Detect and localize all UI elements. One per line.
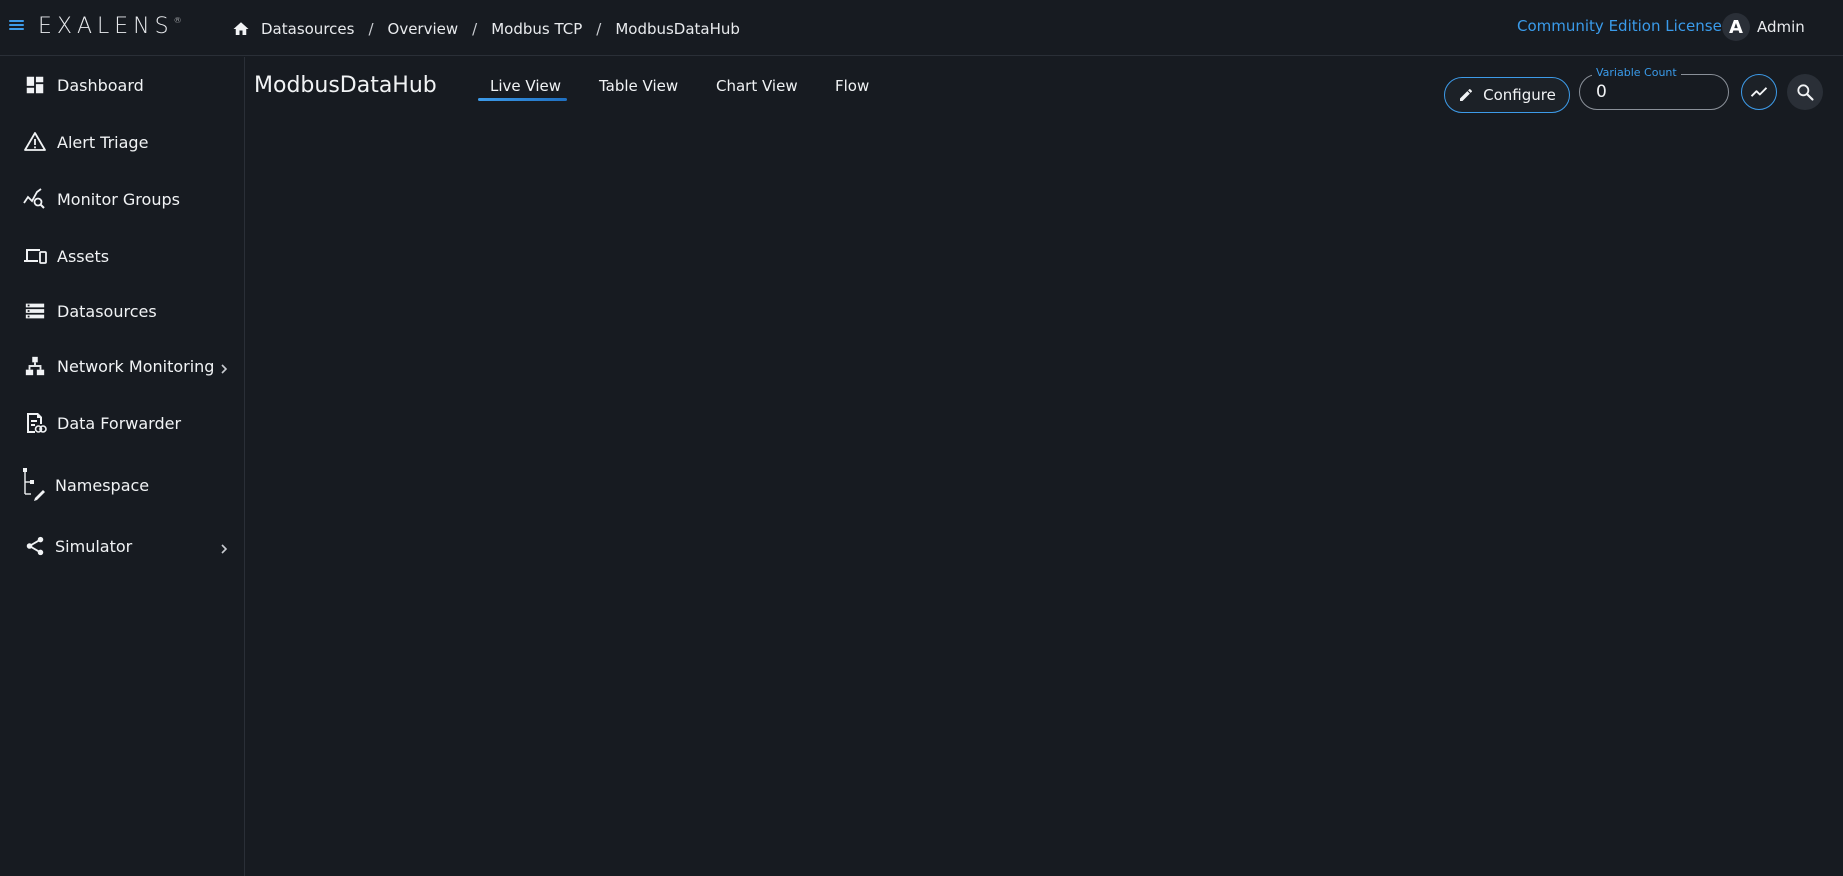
configure-label: Configure — [1483, 86, 1556, 104]
sidebar-item-label: Simulator — [55, 536, 133, 556]
sidebar: Dashboard Alert Triage Monitor Groups As… — [0, 57, 245, 876]
main-content: ModbusDataHub Live View Table View Chart… — [246, 57, 1843, 876]
sidebar-item-simulator[interactable]: Simulator — [0, 526, 244, 566]
network-icon — [23, 354, 47, 378]
breadcrumb: Datasources / Overview / Modbus TCP / Mo… — [232, 18, 740, 40]
breadcrumb-modbus-tcp[interactable]: Modbus TCP — [491, 20, 582, 38]
tab-table-view[interactable]: Table View — [599, 77, 678, 95]
home-icon[interactable] — [232, 20, 250, 38]
sidebar-item-label: Data Forwarder — [57, 413, 182, 433]
sidebar-item-label: Monitor Groups — [57, 189, 180, 209]
logo-mark: ® — [173, 16, 182, 25]
sidebar-item-network-monitoring[interactable]: Network Monitoring — [0, 346, 244, 386]
tab-flow[interactable]: Flow — [835, 77, 869, 95]
top-bar: EXALENS® Datasources / Overview / Modbus… — [0, 0, 1843, 56]
user-name: Admin — [1757, 18, 1805, 36]
configure-button[interactable]: Configure — [1444, 77, 1570, 113]
breadcrumb-overview[interactable]: Overview — [388, 20, 459, 38]
share-icon — [23, 534, 47, 558]
trending-up-icon — [1749, 82, 1769, 102]
sidebar-item-label: Network Monitoring — [57, 356, 215, 376]
tab-chart-view[interactable]: Chart View — [716, 77, 798, 95]
sidebar-item-data-forwarder[interactable]: Data Forwarder — [0, 403, 244, 443]
trend-button[interactable] — [1741, 74, 1777, 110]
sidebar-item-monitor-groups[interactable]: Monitor Groups — [0, 179, 244, 219]
monitor-search-icon — [23, 187, 47, 211]
sidebar-item-datasources[interactable]: Datasources — [0, 291, 244, 331]
chevron-right-icon[interactable] — [218, 540, 230, 554]
breadcrumb-separator: / — [368, 20, 374, 38]
sidebar-item-label: Assets — [57, 246, 110, 266]
page-title: ModbusDataHub — [254, 73, 437, 98]
sidebar-item-label: Datasources — [57, 301, 157, 321]
avatar: A — [1722, 13, 1750, 41]
dashboard-icon — [23, 73, 47, 97]
variable-count-input[interactable] — [1596, 82, 1706, 102]
menu-icon[interactable] — [9, 18, 24, 32]
user-menu[interactable]: A Admin — [1722, 13, 1805, 41]
namespace-icon — [23, 468, 47, 502]
sidebar-item-alert-triage[interactable]: Alert Triage — [0, 122, 244, 162]
active-tab-indicator — [478, 98, 567, 101]
sidebar-item-assets[interactable]: Assets — [0, 236, 244, 276]
chevron-right-icon[interactable] — [218, 360, 230, 374]
search-button[interactable] — [1787, 74, 1823, 110]
variable-count-label: Variable Count — [1592, 66, 1681, 79]
devices-icon — [23, 244, 47, 268]
sidebar-item-label: Dashboard — [57, 75, 144, 95]
sidebar-item-label: Alert Triage — [57, 132, 149, 152]
sidebar-item-dashboard[interactable]: Dashboard — [0, 65, 244, 105]
sidebar-item-label: Namespace — [55, 475, 150, 495]
pencil-icon — [1458, 87, 1474, 103]
breadcrumb-datasources[interactable]: Datasources — [261, 20, 354, 38]
breadcrumb-separator: / — [596, 20, 602, 38]
logo-text: EXALENS — [38, 14, 174, 39]
exalens-logo: EXALENS® — [38, 14, 182, 39]
storage-icon — [23, 299, 47, 323]
breadcrumb-separator: / — [472, 20, 478, 38]
tab-live-view[interactable]: Live View — [490, 77, 561, 95]
sidebar-item-namespace[interactable]: Namespace — [0, 465, 244, 505]
forwarder-icon — [23, 411, 47, 435]
breadcrumb-current: ModbusDataHub — [615, 20, 740, 38]
search-icon — [1795, 82, 1815, 102]
license-link[interactable]: Community Edition License — [1517, 17, 1722, 35]
variable-count-field[interactable]: Variable Count — [1579, 66, 1729, 110]
warning-icon — [23, 130, 47, 154]
